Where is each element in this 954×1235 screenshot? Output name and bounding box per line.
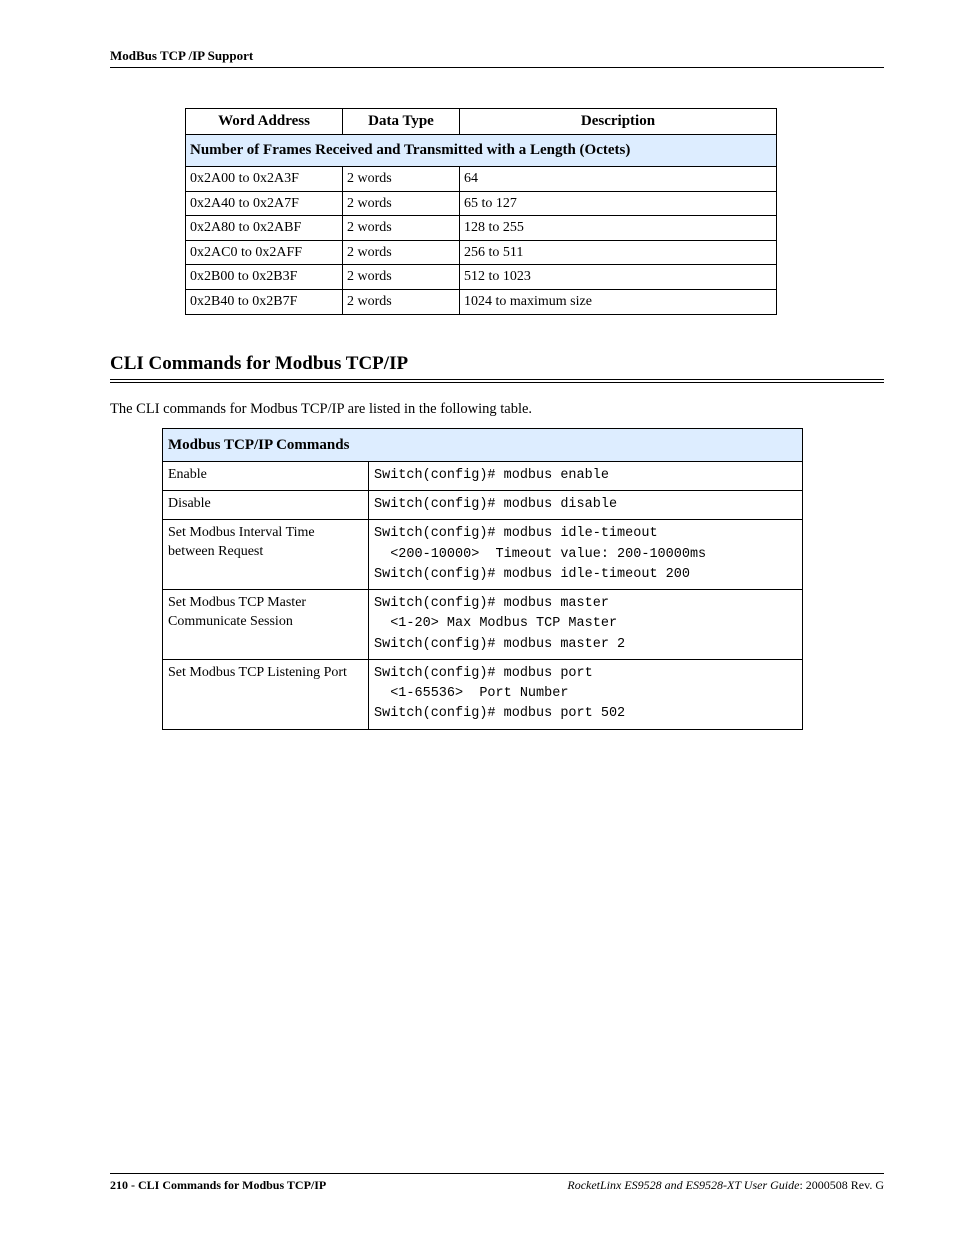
table-subheader-row: Number of Frames Received and Transmitte… — [186, 135, 777, 167]
code-block: Switch(config)# modbus port <1-65536> Po… — [374, 664, 797, 725]
cell-address: 0x2B00 to 0x2B3F — [186, 265, 343, 290]
table-row: 0x2A40 to 0x2A7F 2 words 65 to 127 — [186, 191, 777, 216]
command-name: Enable — [163, 461, 369, 490]
cell-desc: 65 to 127 — [460, 191, 777, 216]
cell-address: 0x2A40 to 0x2A7F — [186, 191, 343, 216]
table-row: 0x2A80 to 0x2ABF 2 words 128 to 255 — [186, 216, 777, 241]
code-block: Switch(config)# modbus master <1-20> Max… — [374, 594, 797, 655]
table-row: 0x2AC0 to 0x2AFF 2 words 256 to 511 — [186, 240, 777, 265]
table-row: 0x2A00 to 0x2A3F 2 words 64 — [186, 167, 777, 192]
cli-commands-table: Modbus TCP/IP Commands Enable Switch(con… — [162, 428, 803, 730]
footer-right: RocketLinx ES9528 and ES9528-XT User Gui… — [567, 1178, 884, 1193]
table-row: 0x2B00 to 0x2B3F 2 words 512 to 1023 — [186, 265, 777, 290]
cell-address: 0x2A80 to 0x2ABF — [186, 216, 343, 241]
cell-type: 2 words — [343, 167, 460, 192]
page-number: 210 — [110, 1178, 128, 1192]
footer-guide-title: RocketLinx ES9528 and ES9528-XT User Gui… — [567, 1178, 799, 1192]
table-row: Enable Switch(config)# modbus enable — [163, 461, 803, 490]
command-name: Set Modbus TCP Master Communicate Sessio… — [163, 590, 369, 660]
cell-type: 2 words — [343, 289, 460, 314]
command-syntax: Switch(config)# modbus idle-timeout <200… — [369, 520, 803, 590]
command-name: Set Modbus TCP Listening Port — [163, 659, 369, 729]
intro-paragraph: The CLI commands for Modbus TCP/IP are l… — [110, 401, 884, 418]
command-syntax: Switch(config)# modbus master <1-20> Max… — [369, 590, 803, 660]
column-header-description: Description — [460, 109, 777, 135]
command-syntax: Switch(config)# modbus disable — [369, 491, 803, 520]
table-header-row: Modbus TCP/IP Commands — [163, 428, 803, 461]
table-row: Set Modbus TCP Master Communicate Sessio… — [163, 590, 803, 660]
cell-address: 0x2A00 to 0x2A3F — [186, 167, 343, 192]
code-block: Switch(config)# modbus disable — [374, 495, 797, 515]
command-name: Disable — [163, 491, 369, 520]
word-address-table: Word Address Data Type Description Numbe… — [185, 108, 777, 315]
table-row: Set Modbus TCP Listening Port Switch(con… — [163, 659, 803, 729]
footer-revision: : 2000508 Rev. G — [799, 1178, 884, 1192]
command-syntax: Switch(config)# modbus port <1-65536> Po… — [369, 659, 803, 729]
command-name: Set Modbus Interval Time between Request — [163, 520, 369, 590]
cell-desc: 512 to 1023 — [460, 265, 777, 290]
section-heading: CLI Commands for Modbus TCP/IP — [110, 353, 884, 375]
section-rule — [110, 379, 884, 383]
cell-type: 2 words — [343, 265, 460, 290]
document-page: ModBus TCP /IP Support Word Address Data… — [0, 0, 954, 1235]
footer-section-title: CLI Commands for Modbus TCP/IP — [138, 1178, 326, 1192]
page-footer: 210 - CLI Commands for Modbus TCP/IP Roc… — [110, 1173, 884, 1193]
cell-desc: 256 to 511 — [460, 240, 777, 265]
cell-address: 0x2B40 to 0x2B7F — [186, 289, 343, 314]
cell-desc: 64 — [460, 167, 777, 192]
table2-header: Modbus TCP/IP Commands — [163, 428, 803, 461]
cell-desc: 1024 to maximum size — [460, 289, 777, 314]
cell-desc: 128 to 255 — [460, 216, 777, 241]
cell-type: 2 words — [343, 240, 460, 265]
cell-address: 0x2AC0 to 0x2AFF — [186, 240, 343, 265]
code-block: Switch(config)# modbus idle-timeout <200… — [374, 524, 797, 585]
page-header: ModBus TCP /IP Support — [110, 48, 884, 68]
column-header-datatype: Data Type — [343, 109, 460, 135]
column-header-address: Word Address — [186, 109, 343, 135]
table-subheader: Number of Frames Received and Transmitte… — [186, 135, 777, 167]
table-row: 0x2B40 to 0x2B7F 2 words 1024 to maximum… — [186, 289, 777, 314]
code-block: Switch(config)# modbus enable — [374, 466, 797, 486]
command-syntax: Switch(config)# modbus enable — [369, 461, 803, 490]
table-row: Set Modbus Interval Time between Request… — [163, 520, 803, 590]
table-row: Disable Switch(config)# modbus disable — [163, 491, 803, 520]
footer-left: 210 - CLI Commands for Modbus TCP/IP — [110, 1178, 326, 1193]
table-header-row: Word Address Data Type Description — [186, 109, 777, 135]
cell-type: 2 words — [343, 216, 460, 241]
cell-type: 2 words — [343, 191, 460, 216]
